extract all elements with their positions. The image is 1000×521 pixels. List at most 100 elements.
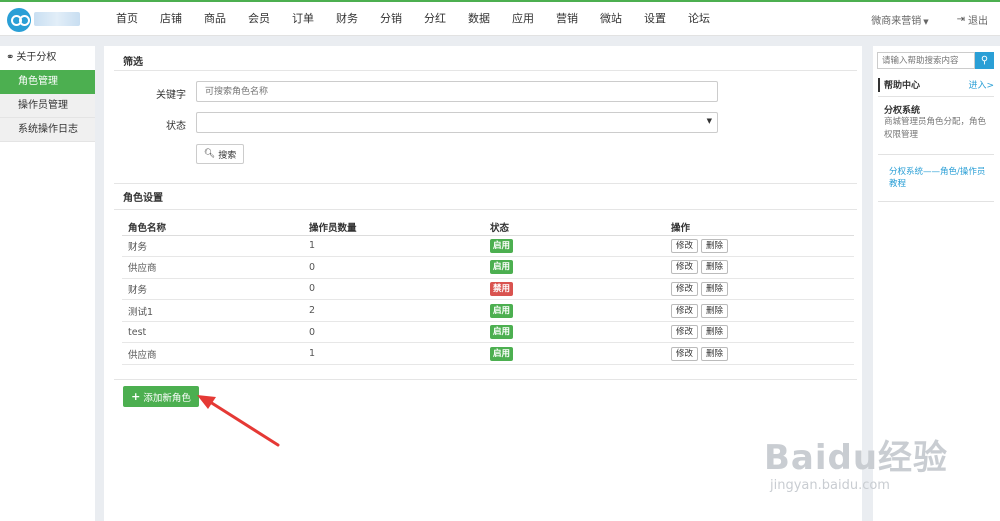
watermark: Baidu经验 jingyan.baidu.com xyxy=(764,430,964,505)
column-header-count: 操作员数量 xyxy=(303,219,484,236)
sidebar-header: ⚭ 关于分权 xyxy=(0,46,95,70)
delete-button[interactable]: 删除 xyxy=(701,260,729,275)
help-system-title: 分权系统 xyxy=(884,106,921,116)
operator-count-cell: 1 xyxy=(303,342,484,366)
logout-button[interactable]: ⇥ 退出 xyxy=(957,12,988,27)
add-role-label: 添加新角色 xyxy=(143,392,191,404)
nav-item[interactable]: 微站 xyxy=(589,2,633,36)
search-button-label: 搜索 xyxy=(218,150,237,161)
sidebar-item[interactable]: 角色管理 xyxy=(0,70,95,94)
section-divider xyxy=(114,183,857,184)
delete-button[interactable]: 删除 xyxy=(701,325,729,340)
status-cell: 启用 xyxy=(484,235,665,258)
table-row: 供应商 0 启用 修改 删除 xyxy=(122,256,854,279)
status-cell: 启用 xyxy=(484,256,665,279)
edit-button[interactable]: 修改 xyxy=(671,303,699,318)
nav-item[interactable]: 营销 xyxy=(545,2,589,36)
delete-button[interactable]: 删除 xyxy=(701,346,729,361)
table-row: 测试1 2 启用 修改 删除 xyxy=(122,299,854,322)
delete-button[interactable]: 删除 xyxy=(701,303,729,318)
role-name-cell: 财务 xyxy=(122,235,303,258)
top-navbar: 首页 店铺 商品 会员 订单 财务 分销 分红 数据 应用 营销 微站 设置 论坛 微商来营销 ▼ ⇥ 退出 xyxy=(0,0,1000,36)
status-cell: 启用 xyxy=(484,321,665,344)
nav-item[interactable]: 财务 xyxy=(325,2,369,36)
search-icon: ⚲ xyxy=(980,55,989,66)
keyword-input[interactable] xyxy=(196,81,718,102)
main-panel: 筛选 关键字 状态 ▼ 🔍︎ 搜索 角色设置 角色名称 操作员数量 状态 操作 … xyxy=(104,46,862,521)
role-name-cell: test xyxy=(122,321,303,344)
status-select[interactable]: ▼ xyxy=(196,112,718,133)
help-divider xyxy=(878,201,994,202)
nav-item[interactable]: 商品 xyxy=(193,2,237,36)
sidebar-item[interactable]: 系统操作日志 xyxy=(0,118,95,142)
role-name-cell: 测试1 xyxy=(122,299,303,322)
actions-cell: 修改 删除 xyxy=(665,278,854,301)
nav-item[interactable]: 应用 xyxy=(501,2,545,36)
edit-button[interactable]: 修改 xyxy=(671,238,699,253)
status-label: 状态 xyxy=(166,121,186,132)
help-divider xyxy=(878,96,994,97)
status-badge: 启用 xyxy=(490,303,514,318)
help-search-input[interactable] xyxy=(877,52,975,69)
help-center-label: 帮助中心 xyxy=(884,81,921,91)
operator-count-cell: 0 xyxy=(303,278,484,301)
actions-cell: 修改 删除 xyxy=(665,342,854,366)
filter-divider xyxy=(114,70,857,71)
delete-button[interactable]: 删除 xyxy=(701,281,729,296)
nav-item[interactable]: 订单 xyxy=(281,2,325,36)
logout-icon: ⇥ xyxy=(956,13,965,25)
merchant-dropdown[interactable]: 微商来营销 ▼ xyxy=(871,12,928,27)
nav-item[interactable]: 数据 xyxy=(457,2,501,36)
column-header-status: 状态 xyxy=(484,219,665,236)
column-header-name: 角色名称 xyxy=(122,219,303,236)
roles-table: 角色名称 操作员数量 状态 操作 财务 1 启用 修改 删除 供应商 0 启用 修改 删除 财务 0 禁… xyxy=(122,219,854,366)
nav-item[interactable]: 设置 xyxy=(633,2,677,36)
help-tutorial-link[interactable]: 分权系统——角色/操作员教程 xyxy=(889,166,987,190)
operator-count-cell: 1 xyxy=(303,235,484,258)
edit-button[interactable]: 修改 xyxy=(671,281,699,296)
table-row: 供应商 1 启用 修改 删除 xyxy=(122,342,854,366)
actions-cell: 修改 删除 xyxy=(665,235,854,258)
nav-item[interactable]: 首页 xyxy=(105,2,149,36)
nav-item[interactable]: 分红 xyxy=(413,2,457,36)
help-search-button[interactable]: ⚲ xyxy=(975,52,994,69)
chevron-down-icon: ▼ xyxy=(706,117,712,125)
edit-button[interactable]: 修改 xyxy=(671,325,699,340)
delete-button[interactable]: 删除 xyxy=(701,238,729,253)
sidebar-header-label: 关于分权 xyxy=(16,52,57,63)
nav-item[interactable]: 论坛 xyxy=(677,2,721,36)
table-header-row: 角色名称 操作员数量 状态 操作 xyxy=(122,219,854,236)
status-badge: 启用 xyxy=(490,260,514,275)
role-name-cell: 财务 xyxy=(122,278,303,301)
watermark-logo: Baidu经验 xyxy=(764,438,949,478)
table-row: 财务 0 禁用 修改 删除 xyxy=(122,278,854,301)
status-cell: 禁用 xyxy=(484,278,665,301)
search-button[interactable]: 🔍︎ 搜索 xyxy=(196,144,244,164)
sidebar: ⚭ 关于分权 角色管理 操作员管理 系统操作日志 xyxy=(0,46,95,521)
status-badge: 禁用 xyxy=(490,281,514,296)
status-badge: 启用 xyxy=(490,238,514,253)
status-badge: 启用 xyxy=(490,346,514,361)
actions-cell: 修改 删除 xyxy=(665,321,854,344)
main-nav: 首页 店铺 商品 会员 订单 财务 分销 分红 数据 应用 营销 微站 设置 论坛 xyxy=(105,2,721,36)
filter-title: 筛选 xyxy=(123,57,143,68)
status-cell: 启用 xyxy=(484,299,665,322)
link-icon: ⚭ xyxy=(6,52,15,63)
plus-icon: + xyxy=(131,390,141,403)
edit-button[interactable]: 修改 xyxy=(671,260,699,275)
help-enter-link[interactable]: 进入> xyxy=(968,78,994,91)
nav-item[interactable]: 分销 xyxy=(369,2,413,36)
search-icon: 🔍︎ xyxy=(203,149,216,159)
nav-item[interactable]: 会员 xyxy=(237,2,281,36)
help-center-heading: 帮助中心 进入> xyxy=(878,78,994,92)
add-role-button[interactable]: + 添加新角色 xyxy=(123,386,199,407)
sidebar-item[interactable]: 操作员管理 xyxy=(0,94,95,118)
help-system-desc: 商城管理员角色分配，角色权限管理 xyxy=(884,117,987,140)
operator-count-cell: 2 xyxy=(303,299,484,322)
edit-button[interactable]: 修改 xyxy=(671,346,699,361)
logo-icon[interactable] xyxy=(7,8,31,32)
role-name-cell: 供应商 xyxy=(122,256,303,279)
nav-item[interactable]: 店铺 xyxy=(149,2,193,36)
operator-count-cell: 0 xyxy=(303,256,484,279)
roles-divider xyxy=(114,209,857,210)
